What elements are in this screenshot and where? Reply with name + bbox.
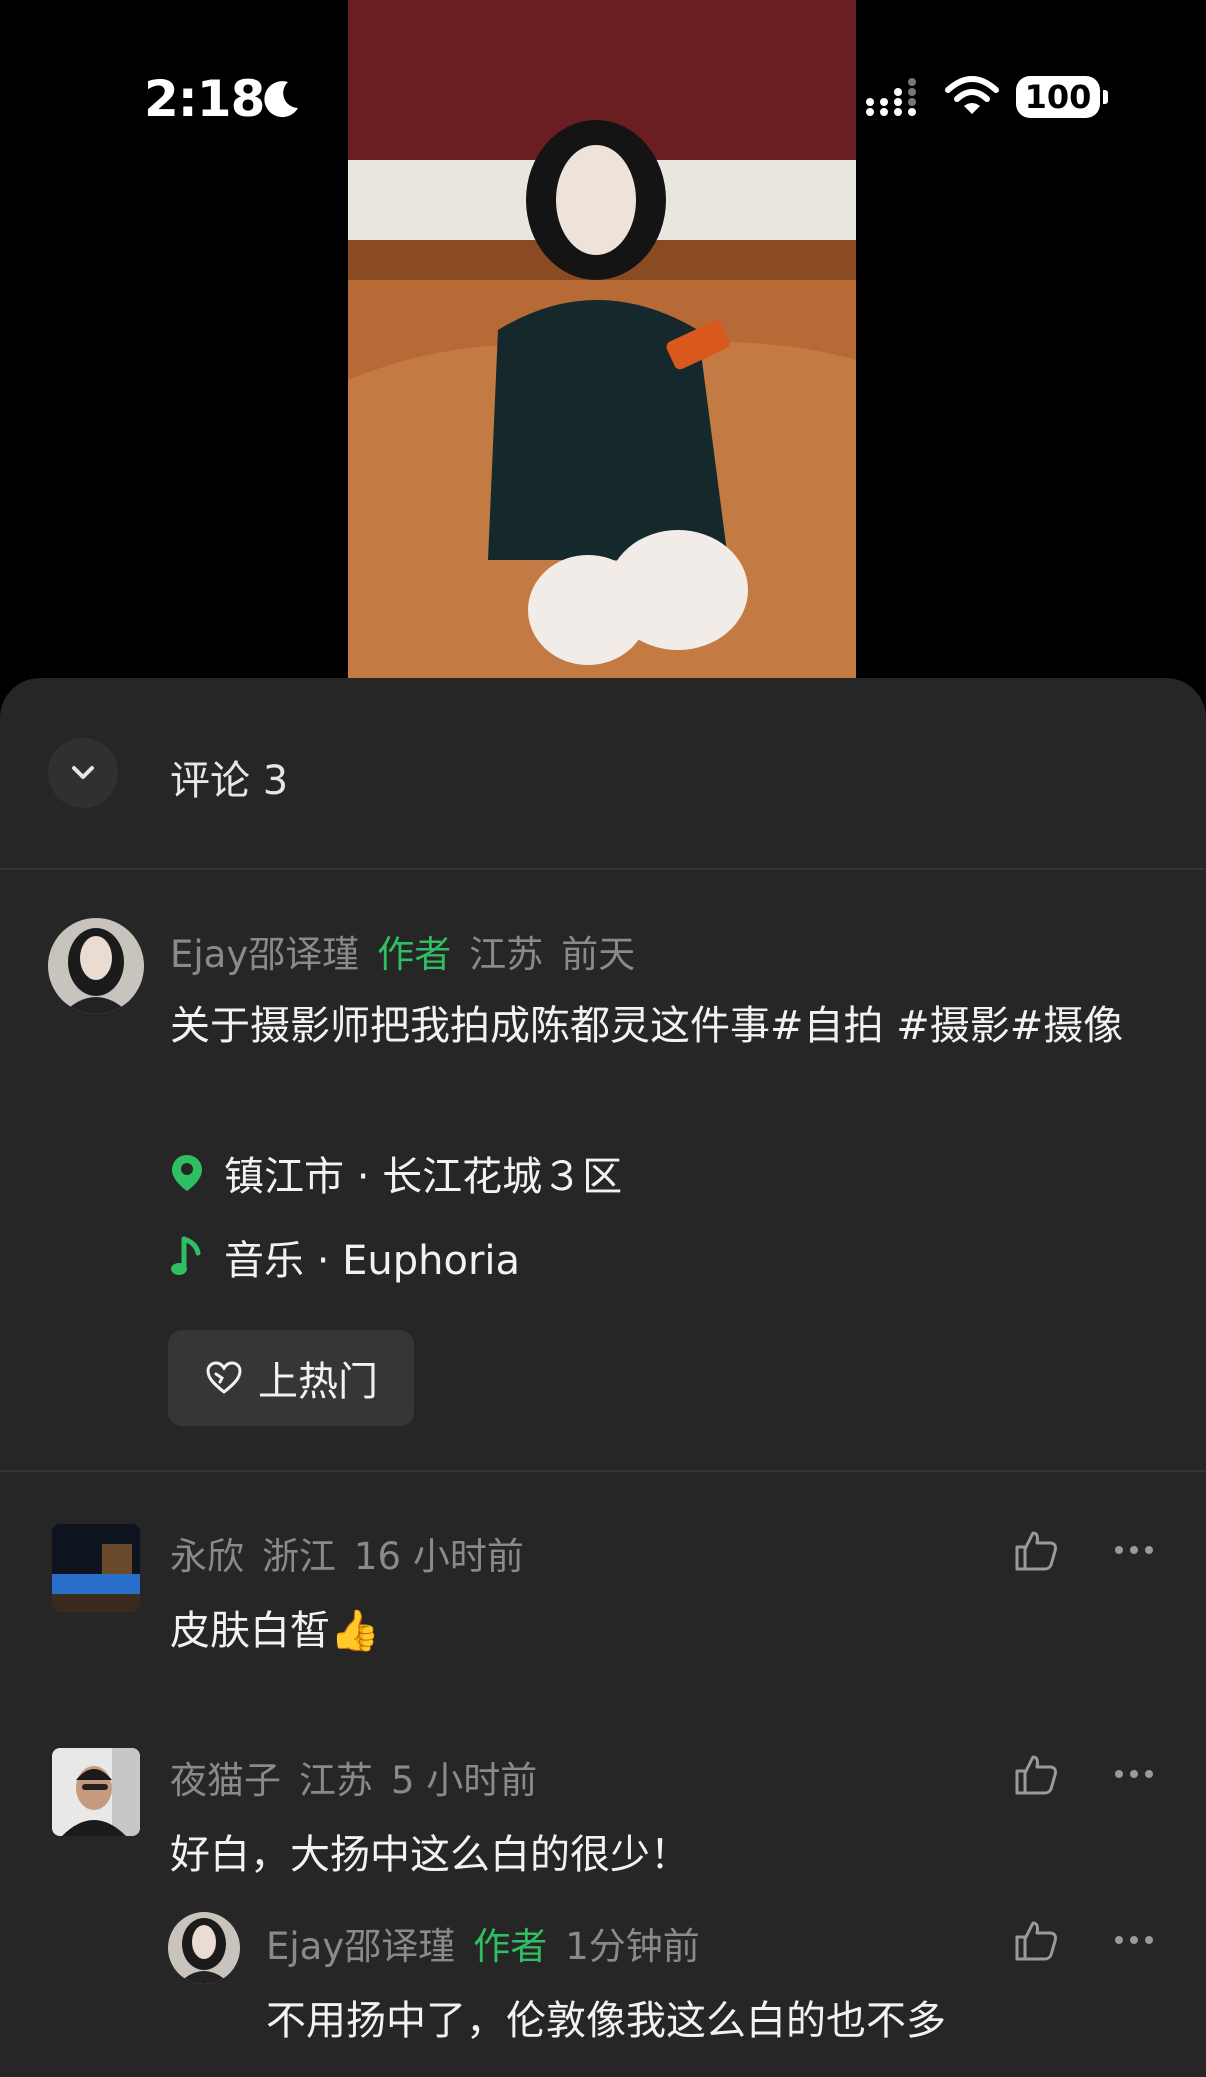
reply-time: 1分钟前 (565, 1925, 700, 1968)
like-button[interactable] (1006, 1744, 1066, 1804)
boost-button[interactable]: 上热门 (168, 1330, 414, 1426)
screen: 2:18 100 评论 3 Ejay邵译瑾 作者 江苏 前天 关于摄影师把我拍成… (0, 0, 1206, 2077)
status-time: 2:18 (144, 70, 265, 128)
commenter-name[interactable]: 夜猫子 (170, 1759, 281, 1802)
more-button[interactable] (1104, 1520, 1164, 1580)
reply-text: 不用扬中了，伦敦像我这么白的也不多 (266, 1998, 946, 2044)
cellular-signal-icon (866, 78, 916, 116)
author-badge: 作者 (377, 933, 452, 976)
comment-text: 皮肤白皙👍 (170, 1608, 380, 1654)
more-button[interactable] (1104, 1744, 1164, 1804)
more-dots-icon (1115, 1770, 1153, 1778)
reply-author[interactable]: Ejay邵译瑾 (266, 1925, 455, 1968)
thumbs-up-icon (1015, 1921, 1057, 1961)
divider (0, 868, 1206, 870)
reply-avatar[interactable] (168, 1912, 240, 1984)
comment-region: 浙江 (262, 1535, 336, 1578)
thumbs-up-icon (1015, 1755, 1057, 1795)
commenter-avatar[interactable] (52, 1748, 140, 1836)
post-photo[interactable] (348, 0, 856, 680)
comment-time: 16 小时前 (354, 1535, 524, 1578)
post-region: 江苏 (469, 933, 544, 976)
battery-indicator: 100 (1016, 76, 1108, 118)
commenter-avatar[interactable] (52, 1524, 140, 1612)
more-button[interactable] (1104, 1910, 1164, 1970)
location-row[interactable]: 镇江市 · 长江花城３区 (170, 1144, 622, 1202)
thumbs-up-icon (1015, 1531, 1057, 1571)
post-caption: 关于摄影师把我拍成陈都灵这件事#自拍 #摄影#摄像 (170, 1003, 1124, 1049)
music-row[interactable]: 音乐 · Euphoria (170, 1228, 520, 1286)
heart-boost-icon (206, 1361, 242, 1394)
boost-label: 上热门 (258, 1359, 378, 1405)
more-dots-icon (1115, 1546, 1153, 1554)
comment-region: 江苏 (299, 1759, 373, 1802)
moon-icon (264, 81, 298, 118)
music-text: 音乐 · Euphoria (224, 1238, 521, 1284)
post-time: 前天 (561, 933, 636, 976)
location-text: 镇江市 · 长江花城３区 (224, 1154, 623, 1200)
author-name[interactable]: Ejay邵译瑾 (170, 933, 359, 976)
comments-title: 评论 3 (170, 758, 289, 804)
like-button[interactable] (1006, 1520, 1066, 1580)
author-avatar[interactable] (48, 918, 144, 1014)
author-badge: 作者 (473, 1925, 548, 1968)
reply-meta: Ejay邵译瑾 作者 1分钟前 (266, 1916, 718, 1970)
more-dots-icon (1115, 1936, 1153, 1944)
comment-time: 5 小时前 (391, 1759, 538, 1802)
comment-text: 好白，大扬中这么白的很少！ (170, 1832, 690, 1878)
chevron-down-icon (72, 766, 94, 779)
like-button[interactable] (1006, 1910, 1066, 1970)
location-pin-icon (172, 1155, 202, 1191)
comment-meta: 永欣 浙江 16 小时前 (170, 1526, 542, 1580)
music-note-icon (171, 1236, 201, 1275)
comment-sheet: 评论 3 Ejay邵译瑾 作者 江苏 前天 关于摄影师把我拍成陈都灵这件事#自拍 #摄… (0, 678, 1206, 2077)
post-meta: Ejay邵译瑾 作者 江苏 前天 (170, 924, 653, 978)
comment-meta: 夜猫子 江苏 5 小时前 (170, 1750, 555, 1804)
commenter-name[interactable]: 永欣 (170, 1535, 244, 1578)
divider (0, 1470, 1206, 1472)
collapse-button[interactable] (48, 738, 118, 808)
wifi-icon (945, 76, 999, 114)
